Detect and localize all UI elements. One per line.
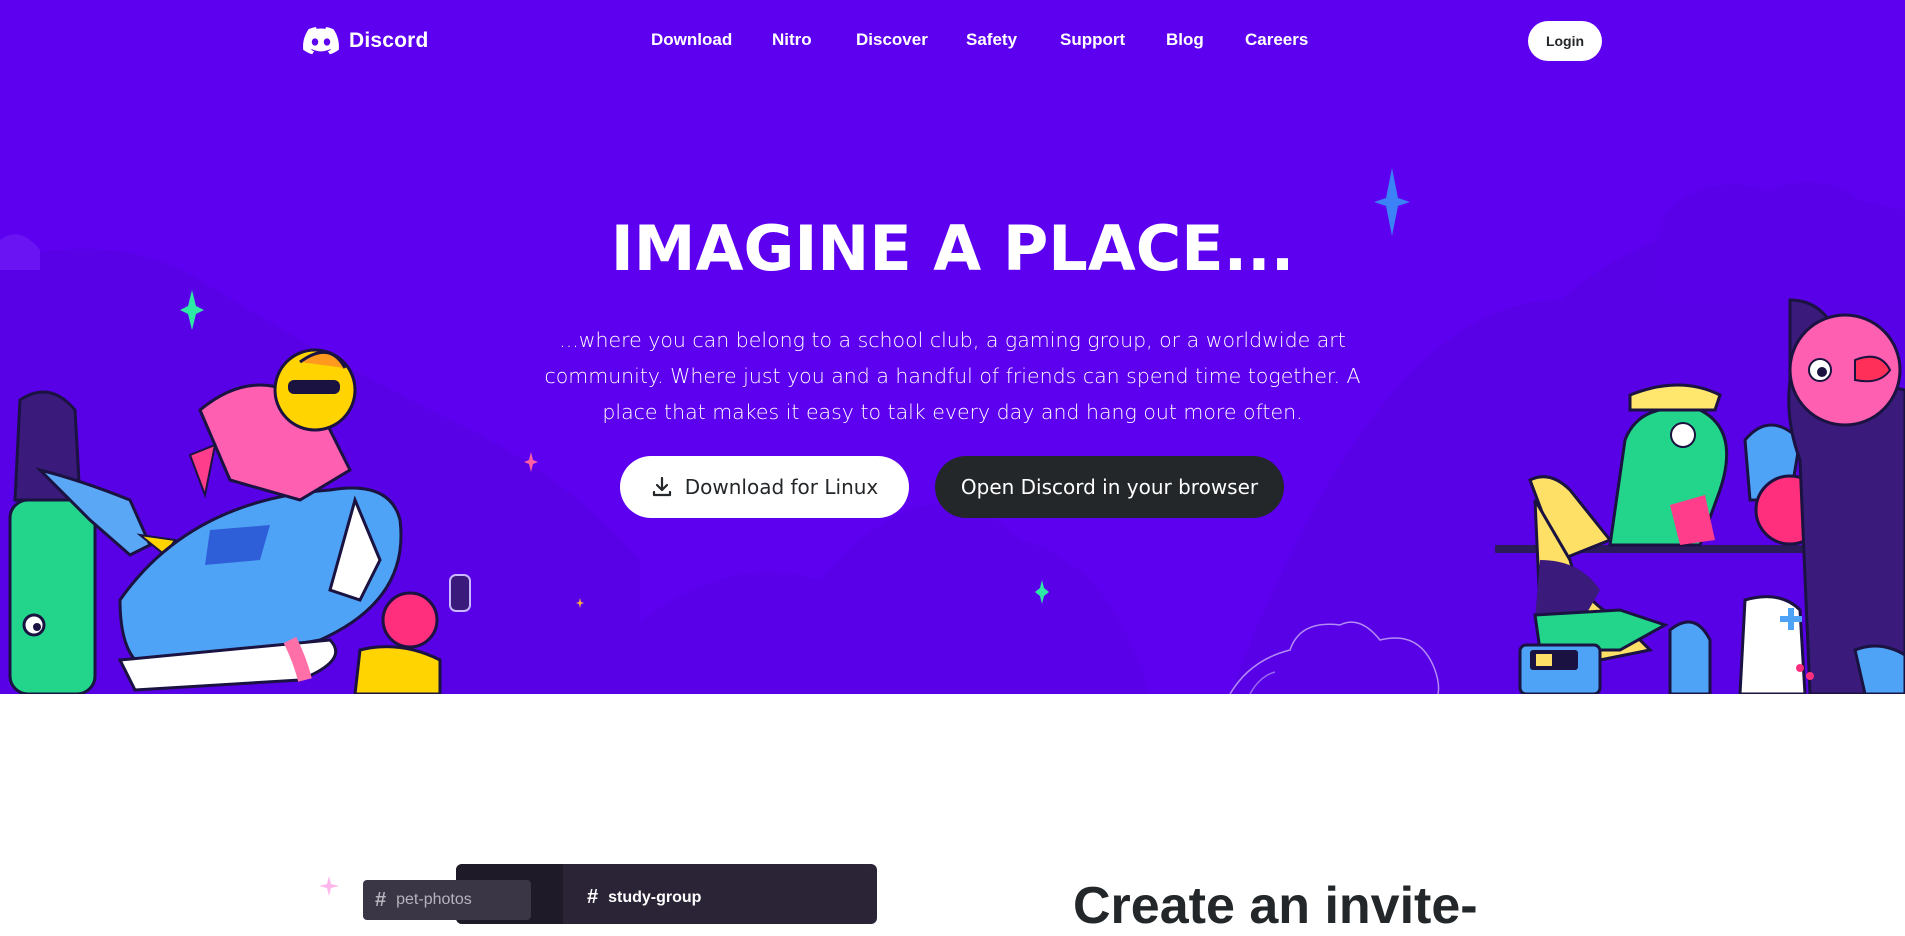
download-button-label: Download for Linux [684, 475, 879, 499]
browser-button-label: Open Discord in your browser [960, 475, 1259, 499]
feature-title: Create an invite- [1073, 877, 1478, 935]
nav-item-blog[interactable]: Blog [1166, 30, 1204, 50]
channel-item-pet-photos: # pet-photos [363, 880, 531, 920]
sparkle-icon [319, 876, 339, 896]
hero-subtext: ...where you can belong to a school club… [544, 328, 1361, 424]
nav-item-download[interactable]: Download [651, 30, 732, 50]
nav-item-support[interactable]: Support [1060, 30, 1125, 50]
nav-item-safety[interactable]: Safety [966, 30, 1017, 50]
nav-item-careers[interactable]: Careers [1245, 30, 1308, 50]
hero-section: Discord Download Nitro Discover Safety S… [0, 0, 1905, 694]
brand-name: Discord [349, 29, 429, 52]
nav-item-discover[interactable]: Discover [856, 30, 928, 50]
discord-logo-icon [303, 27, 339, 55]
download-icon [652, 476, 671, 497]
hash-icon: # [375, 888, 387, 911]
login-button[interactable]: Login [1528, 21, 1602, 61]
hero-headline: IMAGINE A PLACE... [610, 212, 1295, 285]
open-in-browser-button[interactable]: Open Discord in your browser [935, 456, 1284, 518]
discord-logo[interactable]: Discord [303, 27, 429, 55]
feature-section [0, 694, 1905, 906]
chat-channel-mockup: # pet-photos # study-group [363, 864, 877, 924]
channel-name: pet-photos [396, 891, 472, 908]
channel-name: study-group [608, 888, 702, 906]
nav-item-nitro[interactable]: Nitro [772, 30, 812, 50]
download-linux-button[interactable]: Download for Linux [620, 456, 909, 518]
